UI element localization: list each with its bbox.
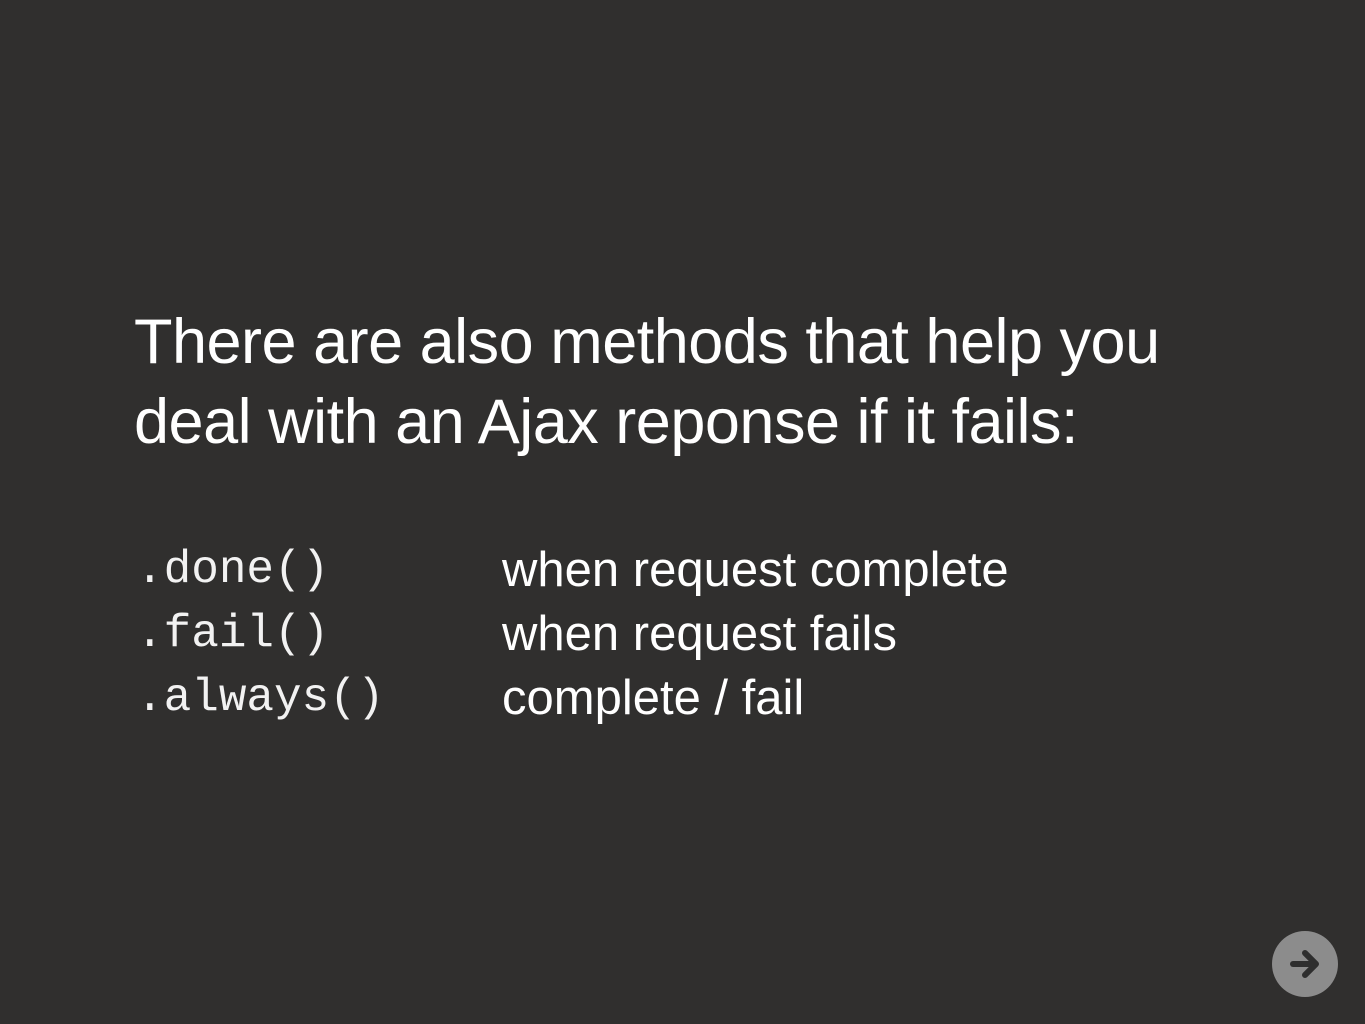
method-description: when request fails — [502, 607, 897, 661]
heading-line-2: deal with an Ajax reponse if it fails: — [134, 387, 1079, 457]
method-code: .done() — [136, 544, 330, 596]
slide-heading: There are also methods that help you dea… — [134, 302, 1254, 462]
methods-list: .done() when request complete .fail() wh… — [136, 538, 1136, 730]
next-slide-button[interactable] — [1272, 931, 1338, 997]
method-code: .fail() — [136, 608, 330, 660]
heading-line-1: There are also methods that help you — [134, 307, 1160, 377]
method-row-done: .done() when request complete — [136, 538, 1136, 602]
slide: There are also methods that help you dea… — [0, 0, 1365, 1024]
method-row-fail: .fail() when request fails — [136, 602, 1136, 666]
method-description: when request complete — [502, 543, 1009, 597]
method-description: complete / fail — [502, 671, 805, 725]
method-code: .always() — [136, 672, 385, 724]
method-row-always: .always() complete / fail — [136, 666, 1136, 730]
arrow-right-icon — [1290, 950, 1319, 978]
